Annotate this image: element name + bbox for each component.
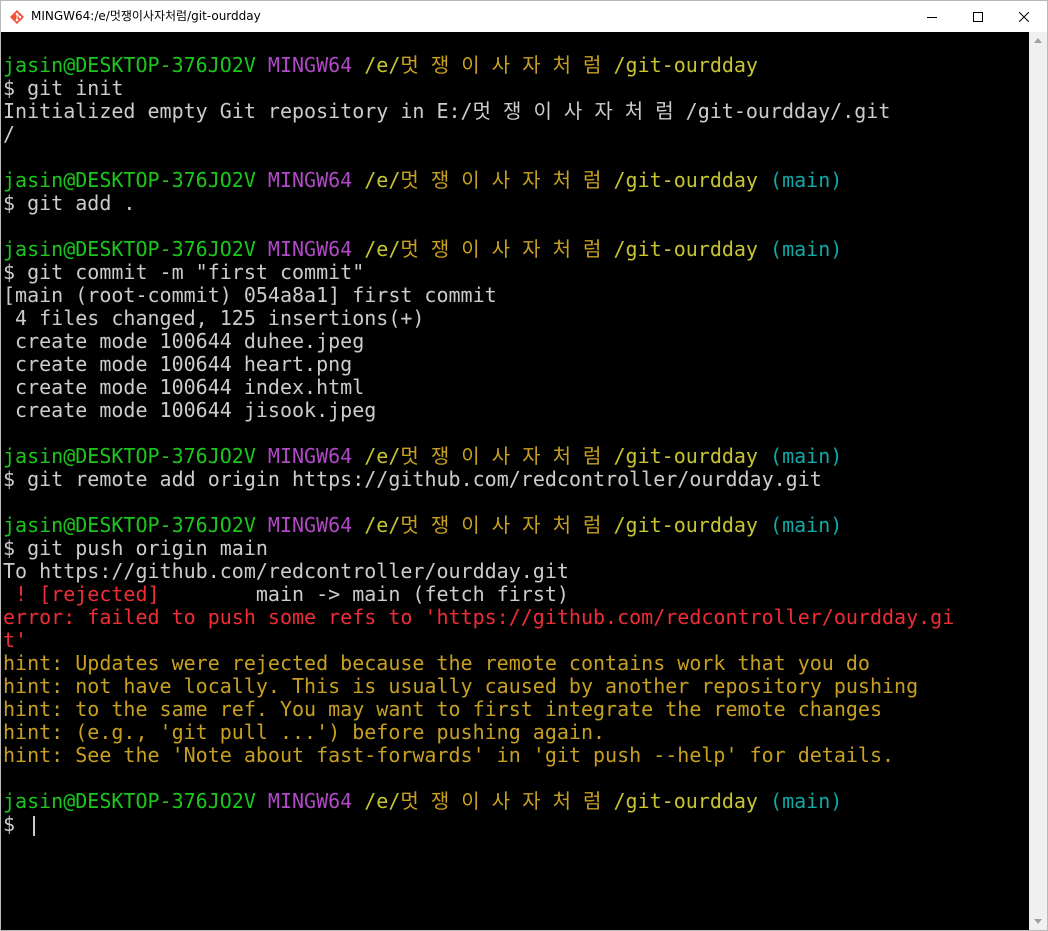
hint-line: hint: Updates were rejected because the … xyxy=(3,651,870,675)
command-line: $ git add . xyxy=(3,191,136,215)
rejected-detail: main -> main (fetch first) xyxy=(159,582,569,606)
scroll-up-button[interactable] xyxy=(1029,32,1047,49)
command-text: git add . xyxy=(27,191,136,215)
hint-line: hint: (e.g., 'git pull ...') before push… xyxy=(3,720,606,744)
prompt-line: jasin@DESKTOP-376JO2V MINGW64 /e/멋 쟁 이 사… xyxy=(3,789,843,813)
maximize-icon xyxy=(973,11,983,22)
hint-line: hint: not have locally. This is usually … xyxy=(3,674,919,698)
output-line: / xyxy=(3,122,16,146)
text-cursor xyxy=(33,815,36,836)
prompt-line: jasin@DESKTOP-376JO2V MINGW64 /e/멋 쟁 이 사… xyxy=(3,444,843,468)
terminal-window: MINGW64:/e/멋쟁이사자처럼/git-ourdday jasin@DES… xyxy=(0,0,1048,931)
prompt-path-prefix: /e/ xyxy=(364,53,401,77)
output-line: To https://github.com/redcontroller/ourd… xyxy=(3,559,569,583)
output-line: create mode 100644 duhee.jpeg xyxy=(3,329,365,353)
hint-line: hint: See the 'Note about fast-forwards'… xyxy=(3,743,895,767)
command-line: $ git remote add origin https://github.c… xyxy=(3,467,822,491)
prompt-env: MINGW64 xyxy=(267,53,353,77)
prompt-line: jasin@DESKTOP-376JO2V MINGW64 /e/멋 쟁 이 사… xyxy=(3,54,954,77)
title-bar[interactable]: MINGW64:/e/멋쟁이사자처럼/git-ourdday xyxy=(1,1,1047,32)
prompt-line: jasin@DESKTOP-376JO2V MINGW64 /e/멋 쟁 이 사… xyxy=(3,168,843,192)
rejected-tag: ! [rejected] xyxy=(3,582,160,606)
close-icon xyxy=(1019,11,1029,22)
output-line: [main (root-commit) 054a8a1] first commi… xyxy=(3,283,497,307)
command-text: git push origin main xyxy=(27,536,268,560)
command-text: git init xyxy=(27,76,124,100)
prompt-path-suffix: /git-ourdday xyxy=(613,53,758,77)
output-line: create mode 100644 jisook.jpeg xyxy=(3,398,377,422)
close-button[interactable] xyxy=(1001,1,1047,32)
maximize-button[interactable] xyxy=(955,1,1001,32)
chevron-up-icon xyxy=(1034,38,1042,43)
git-bash-icon xyxy=(10,10,24,24)
hint-line: hint: to the same ref. You may want to f… xyxy=(3,697,882,721)
vertical-scrollbar[interactable] xyxy=(1029,32,1047,930)
output-line: create mode 100644 heart.png xyxy=(3,352,353,376)
output-line: Initialized empty Git repository in E:/멋… xyxy=(3,99,891,123)
command-text: git remote add origin https://github.com… xyxy=(27,467,822,491)
output-line: 4 files changed, 125 insertions(+) xyxy=(3,306,425,330)
prompt-user-host: jasin@DESKTOP-376JO2V xyxy=(3,53,256,77)
minimize-icon xyxy=(927,16,937,18)
command-line: $ git commit -m "first commit" xyxy=(3,260,365,284)
prompt-line: jasin@DESKTOP-376JO2V MINGW64 /e/멋 쟁 이 사… xyxy=(3,513,843,537)
scroll-down-button[interactable] xyxy=(1029,913,1047,930)
chevron-down-icon xyxy=(1034,919,1042,924)
minimize-button[interactable] xyxy=(909,1,955,32)
error-line: error: failed to push some refs to 'http… xyxy=(3,605,955,629)
input-line[interactable]: $ xyxy=(3,813,954,836)
command-text: git commit -m "first commit" xyxy=(27,260,365,284)
terminal-output[interactable]: jasin@DESKTOP-376JO2V MINGW64 /e/멋 쟁 이 사… xyxy=(1,32,1029,930)
error-line: t' xyxy=(3,628,28,652)
command-line: $ git push origin main xyxy=(3,536,268,560)
rejected-line: ! [rejected] main -> main (fetch first) xyxy=(3,583,954,606)
output-line: create mode 100644 index.html xyxy=(3,375,365,399)
prompt-path-korean: 멋 쟁 이 사 자 처 럼 xyxy=(400,53,614,77)
window-title: MINGW64:/e/멋쟁이사자처럼/git-ourdday xyxy=(31,9,261,23)
command-line: $ git init xyxy=(3,76,124,100)
prompt-branch: (main) xyxy=(770,168,843,192)
prompt-line: jasin@DESKTOP-376JO2V MINGW64 /e/멋 쟁 이 사… xyxy=(3,237,843,261)
